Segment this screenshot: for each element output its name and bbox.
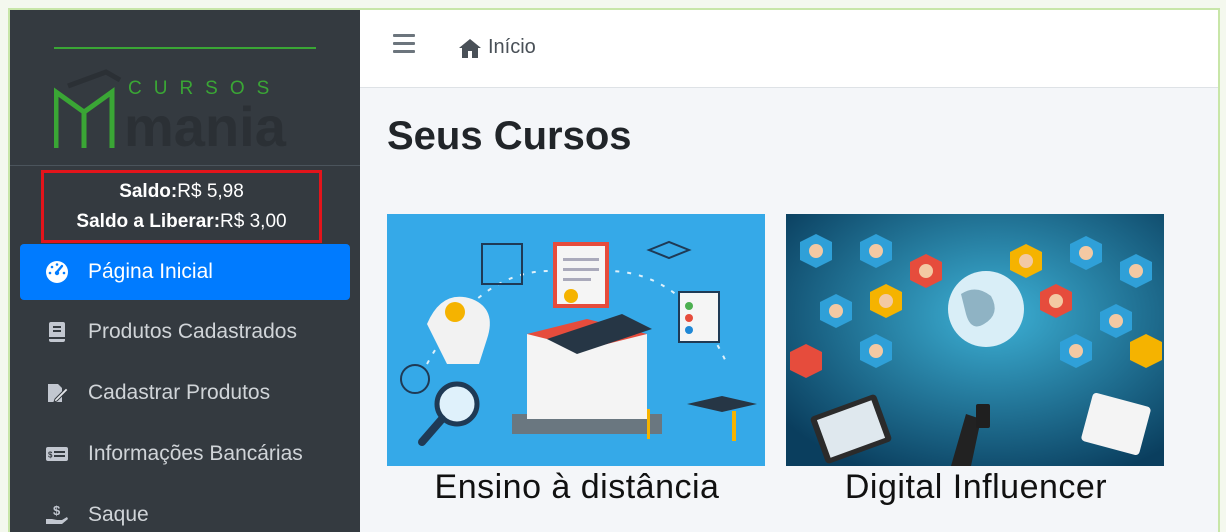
brand-logo: CURSOS mania bbox=[54, 69, 287, 156]
sidebar: CURSOS mania Saldo:R$ 5,98 Saldo a Liber… bbox=[10, 10, 360, 532]
top-navbar: Início bbox=[360, 10, 1218, 88]
sidebar-item-label: Cadastrar Produtos bbox=[88, 381, 271, 404]
sidebar-item-pagina-inicial[interactable]: Página Inicial bbox=[20, 244, 350, 300]
sidebar-item-produtos-cadastrados[interactable]: Produtos Cadastrados bbox=[20, 303, 350, 361]
course-image[interactable] bbox=[786, 214, 1164, 466]
svg-text:$: $ bbox=[48, 451, 53, 460]
hand-dollar-icon: $ bbox=[44, 502, 70, 528]
saldo-value: R$ 5,98 bbox=[177, 181, 244, 202]
brand-divider bbox=[54, 47, 316, 49]
page-title: Seus Cursos bbox=[387, 114, 632, 158]
svg-text:$: $ bbox=[53, 503, 61, 518]
menu-toggle-icon[interactable] bbox=[393, 34, 415, 54]
home-icon bbox=[459, 38, 481, 58]
course-card[interactable]: Digital Influencer bbox=[786, 214, 1166, 507]
sidebar-item-informacoes-bancarias[interactable]: $ Informações Bancárias bbox=[20, 425, 350, 483]
saldo-label: Saldo: bbox=[119, 181, 178, 202]
edit-icon bbox=[44, 380, 70, 406]
course-card[interactable]: Ensino à distância bbox=[387, 214, 767, 507]
brand[interactable]: CURSOS mania bbox=[10, 10, 360, 166]
sidebar-item-label: Informações Bancárias bbox=[88, 442, 303, 465]
sidebar-item-label: Página Inicial bbox=[88, 260, 213, 283]
sidebar-item-cadastrar-produtos[interactable]: Cadastrar Produtos bbox=[20, 364, 350, 422]
sidebar-nav: Página Inicial Produtos Cadastrados Cada… bbox=[10, 242, 360, 532]
saldo-liberar-value: R$ 3,00 bbox=[220, 211, 287, 232]
app-window: CURSOS mania Saldo:R$ 5,98 Saldo a Liber… bbox=[8, 8, 1220, 532]
sidebar-item-label: Produtos Cadastrados bbox=[88, 320, 297, 343]
dashboard-icon bbox=[44, 259, 70, 285]
balance-box: Saldo:R$ 5,98 Saldo a Liberar:R$ 3,00 bbox=[41, 170, 322, 243]
sidebar-item-label: Saque bbox=[88, 503, 149, 526]
money-check-icon: $ bbox=[44, 441, 70, 467]
course-title[interactable]: Ensino à distância bbox=[387, 468, 767, 507]
saldo-line: Saldo:R$ 5,98 bbox=[44, 177, 319, 207]
breadcrumb-home[interactable]: Início bbox=[458, 36, 536, 59]
saldo-liberar-line: Saldo a Liberar:R$ 3,00 bbox=[44, 207, 319, 237]
breadcrumb-label: Início bbox=[488, 36, 536, 58]
sidebar-item-saque[interactable]: $ Saque bbox=[20, 486, 350, 532]
svg-text:mania: mania bbox=[124, 95, 287, 156]
course-title[interactable]: Digital Influencer bbox=[786, 468, 1166, 507]
book-icon bbox=[44, 319, 70, 345]
course-image[interactable] bbox=[387, 214, 765, 466]
saldo-liberar-label: Saldo a Liberar: bbox=[76, 211, 221, 232]
